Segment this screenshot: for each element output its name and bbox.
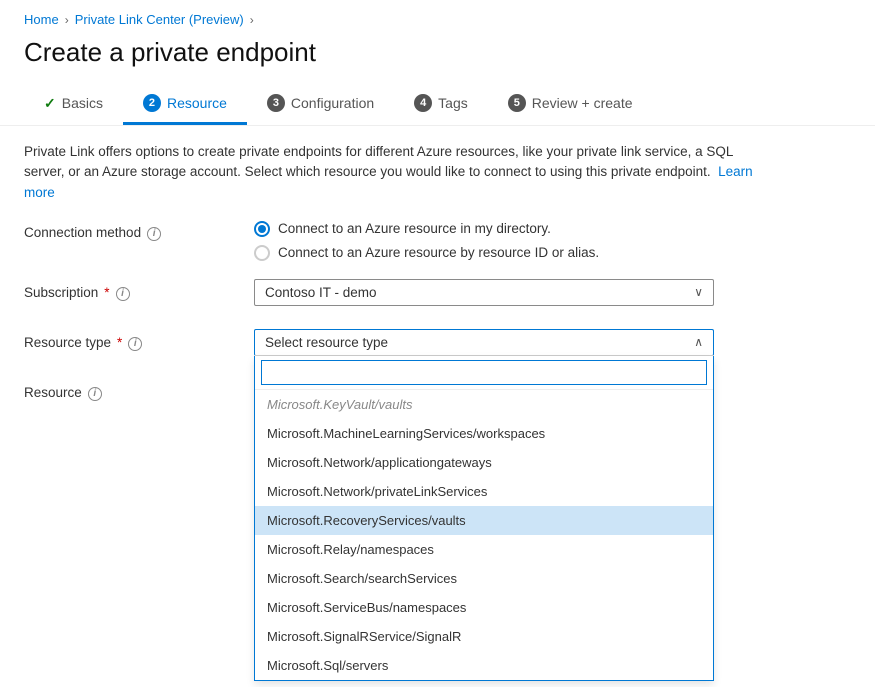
radio-resourceid-circle bbox=[254, 245, 270, 261]
radio-directory-label: Connect to an Azure resource in my direc… bbox=[278, 221, 551, 236]
subscription-row: Subscription * i Contoso IT - demo ∨ bbox=[24, 279, 851, 311]
connection-method-label: Connection method i bbox=[24, 219, 254, 241]
connection-method-info-icon[interactable]: i bbox=[147, 227, 161, 241]
resource-type-label: Resource type * i bbox=[24, 329, 254, 351]
resource-type-popup: Microsoft.KeyVault/vaults Microsoft.Mach… bbox=[254, 356, 714, 681]
resource-type-chevron-icon: ∧ bbox=[694, 335, 703, 349]
tab-configuration-label: Configuration bbox=[291, 95, 374, 111]
list-item[interactable]: Microsoft.SignalRService/SignalR bbox=[255, 622, 713, 651]
resource-type-control: Select resource type ∧ Microsoft.KeyVaul… bbox=[254, 329, 714, 356]
tab-resource[interactable]: 2 Resource bbox=[123, 84, 247, 125]
tab-resource-num: 2 bbox=[143, 94, 161, 112]
tab-resource-label: Resource bbox=[167, 95, 227, 111]
resource-type-list: Microsoft.KeyVault/vaults Microsoft.Mach… bbox=[255, 390, 713, 680]
resource-type-row: Resource type * i Select resource type ∧… bbox=[24, 329, 851, 361]
tab-basics[interactable]: ✓ Basics bbox=[24, 85, 123, 125]
tab-review-num: 5 bbox=[508, 94, 526, 112]
tab-tags[interactable]: 4 Tags bbox=[394, 84, 488, 125]
list-item[interactable]: Microsoft.Network/privateLinkServices bbox=[255, 477, 713, 506]
connection-method-row: Connection method i Connect to an Azure … bbox=[24, 219, 851, 261]
tab-review-label: Review + create bbox=[532, 95, 633, 111]
resource-info-icon[interactable]: i bbox=[88, 387, 102, 401]
list-item[interactable]: Microsoft.ServiceBus/namespaces bbox=[255, 593, 713, 622]
list-item[interactable]: Microsoft.Relay/namespaces bbox=[255, 535, 713, 564]
resource-label: Resource i bbox=[24, 379, 254, 401]
list-item[interactable]: Microsoft.MachineLearningServices/worksp… bbox=[255, 419, 713, 448]
tab-configuration-num: 3 bbox=[267, 94, 285, 112]
resource-type-info-icon[interactable]: i bbox=[128, 337, 142, 351]
subscription-label: Subscription * i bbox=[24, 279, 254, 301]
connection-method-control: Connect to an Azure resource in my direc… bbox=[254, 219, 714, 261]
resource-type-required: * bbox=[117, 335, 122, 350]
subscription-dropdown[interactable]: Contoso IT - demo ∨ bbox=[254, 279, 714, 306]
breadcrumb: Home › Private Link Center (Preview) › bbox=[0, 0, 875, 33]
tab-tags-label: Tags bbox=[438, 95, 468, 111]
resource-type-search-input[interactable] bbox=[261, 360, 707, 385]
list-item[interactable]: Microsoft.Network/applicationgateways bbox=[255, 448, 713, 477]
breadcrumb-private-link[interactable]: Private Link Center (Preview) bbox=[75, 12, 244, 27]
radio-directory-circle bbox=[254, 221, 270, 237]
check-icon: ✓ bbox=[44, 95, 56, 112]
radio-directory[interactable]: Connect to an Azure resource in my direc… bbox=[254, 221, 714, 237]
tab-review[interactable]: 5 Review + create bbox=[488, 84, 653, 125]
list-item[interactable]: Microsoft.KeyVault/vaults bbox=[255, 390, 713, 419]
description-text: Private Link offers options to create pr… bbox=[24, 144, 733, 179]
tab-basics-label: Basics bbox=[62, 95, 103, 111]
subscription-chevron-icon: ∨ bbox=[694, 285, 703, 299]
breadcrumb-sep2: › bbox=[250, 13, 254, 27]
resource-type-search-box bbox=[255, 356, 713, 390]
tab-tags-num: 4 bbox=[414, 94, 432, 112]
list-item[interactable]: Microsoft.Search/searchServices bbox=[255, 564, 713, 593]
breadcrumb-home[interactable]: Home bbox=[24, 12, 59, 27]
resource-type-dropdown[interactable]: Select resource type ∧ bbox=[254, 329, 714, 356]
radio-resourceid[interactable]: Connect to an Azure resource by resource… bbox=[254, 245, 714, 261]
subscription-info-icon[interactable]: i bbox=[116, 287, 130, 301]
breadcrumb-sep1: › bbox=[65, 13, 69, 27]
tab-configuration[interactable]: 3 Configuration bbox=[247, 84, 394, 125]
description: Private Link offers options to create pr… bbox=[0, 142, 780, 219]
tabs-container: ✓ Basics 2 Resource 3 Configuration 4 Ta… bbox=[0, 84, 875, 126]
list-item[interactable]: Microsoft.Sql/servers bbox=[255, 651, 713, 680]
radio-resourceid-label: Connect to an Azure resource by resource… bbox=[278, 245, 599, 260]
subscription-required: * bbox=[104, 285, 109, 300]
resource-type-placeholder: Select resource type bbox=[265, 335, 388, 350]
subscription-control: Contoso IT - demo ∨ bbox=[254, 279, 714, 306]
list-item[interactable]: Microsoft.RecoveryServices/vaults bbox=[255, 506, 713, 535]
page-title: Create a private endpoint bbox=[0, 33, 875, 84]
subscription-value: Contoso IT - demo bbox=[265, 285, 377, 300]
form-section: Connection method i Connect to an Azure … bbox=[0, 219, 875, 411]
